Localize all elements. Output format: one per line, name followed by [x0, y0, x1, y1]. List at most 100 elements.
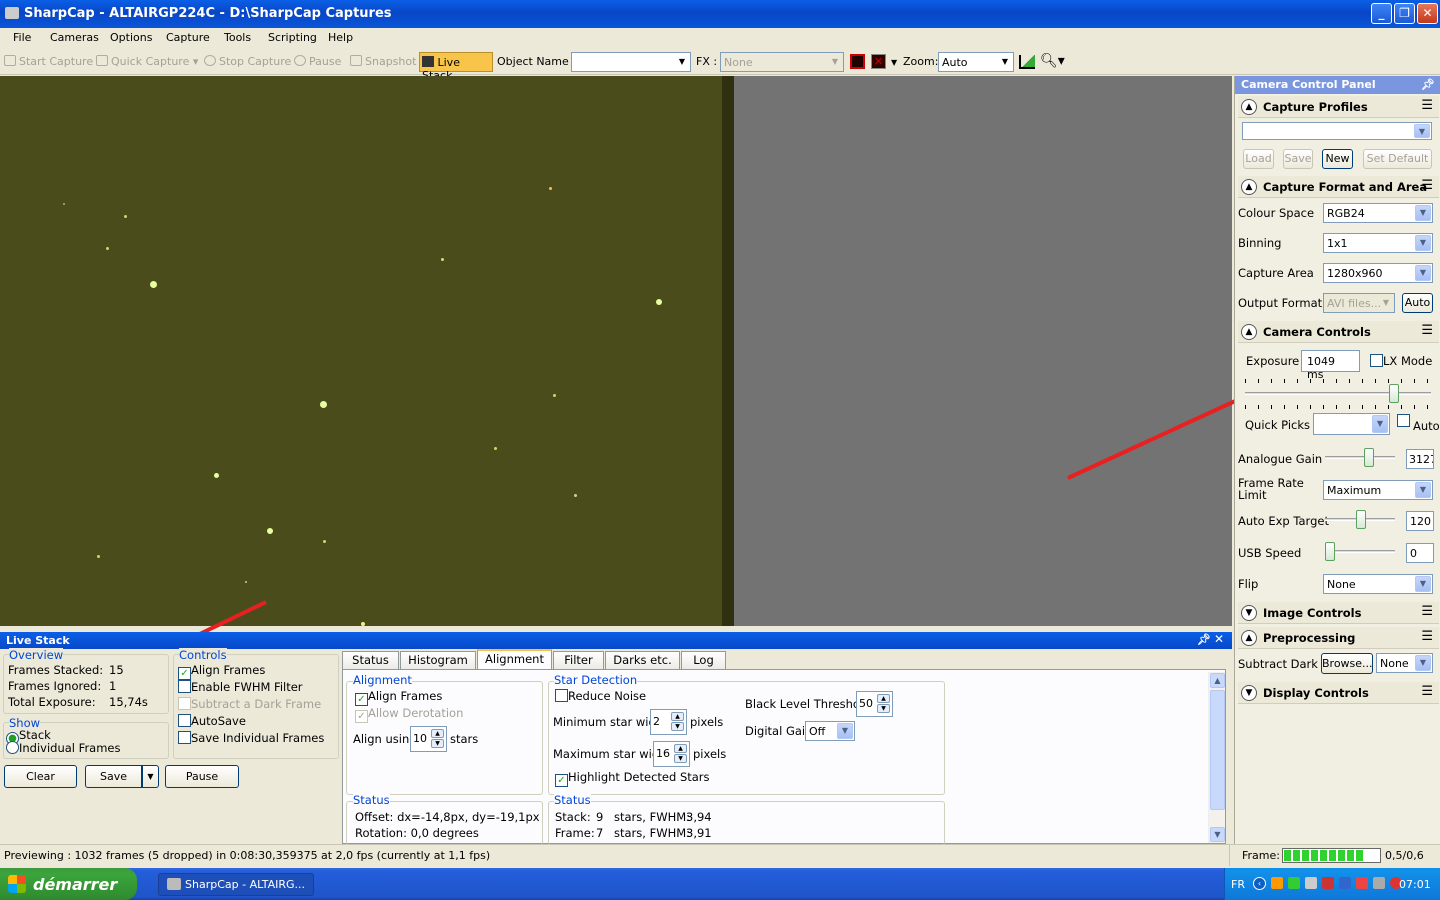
- menu-icon[interactable]: ☰: [1421, 630, 1433, 643]
- flip-select[interactable]: None ▼: [1323, 574, 1433, 594]
- exposure-slider[interactable]: [1245, 383, 1431, 405]
- language-indicator[interactable]: FR: [1231, 878, 1245, 891]
- save-individual-checkbox[interactable]: Save Individual Frames: [178, 731, 324, 745]
- tray-expand-icon[interactable]: ‹: [1253, 877, 1266, 890]
- slider-thumb[interactable]: [1325, 542, 1335, 561]
- tab-status[interactable]: Status: [342, 651, 399, 669]
- collapse-icon[interactable]: ▲: [1241, 99, 1257, 115]
- lx-mode-checkbox[interactable]: LX Mode: [1370, 354, 1432, 368]
- section-display-controls[interactable]: ▼ Display Controls ☰: [1238, 682, 1439, 704]
- pin-icon[interactable]: 📌︎: [1421, 78, 1435, 91]
- save-button[interactable]: Save: [85, 765, 142, 788]
- tab-filter[interactable]: Filter: [553, 651, 604, 669]
- expand-icon[interactable]: ▼: [1241, 685, 1257, 701]
- pin-icon[interactable]: 📌︎: [1197, 633, 1211, 646]
- menu-icon[interactable]: ☰: [1421, 99, 1433, 112]
- usb-speed-slider[interactable]: [1325, 541, 1395, 563]
- scroll-down-icon[interactable]: ▼: [1210, 827, 1225, 842]
- browse-dark-button[interactable]: Browse...: [1321, 653, 1373, 674]
- alert-icon[interactable]: [1356, 877, 1368, 889]
- arrow-up-icon[interactable]: ▲: [431, 729, 444, 738]
- frame-rate-select[interactable]: Maximum ▼: [1323, 480, 1433, 500]
- section-image-controls[interactable]: ▼ Image Controls ☰: [1238, 602, 1439, 624]
- auto-exp-input[interactable]: 120: [1406, 511, 1434, 531]
- tab-log[interactable]: Log: [681, 651, 726, 669]
- close-icon[interactable]: ✕: [1214, 632, 1224, 646]
- usb-speed-input[interactable]: 0: [1406, 543, 1434, 563]
- taskbar-sharpcap-button[interactable]: SharpCap - ALTAIRG...: [158, 873, 314, 896]
- profile-select[interactable]: ▼: [1242, 122, 1432, 140]
- show-individual-radio[interactable]: Individual Frames: [6, 741, 120, 755]
- min-star-width-spinner[interactable]: 2 ▲ ▼: [650, 709, 687, 735]
- arrow-down-icon[interactable]: ▼: [674, 754, 687, 763]
- scroll-thumb[interactable]: [1210, 690, 1225, 810]
- set-default-button[interactable]: Set Default: [1363, 149, 1432, 169]
- signal-icon[interactable]: [1305, 877, 1317, 889]
- frame-rate-label: Frame Rate Limit: [1238, 476, 1304, 502]
- black-level-spinner[interactable]: 50 ▲ ▼: [856, 691, 893, 717]
- section-capture-profiles[interactable]: ▲ Capture Profiles ☰: [1238, 96, 1439, 118]
- menu-icon[interactable]: ☰: [1421, 605, 1433, 618]
- digital-gain-select[interactable]: Off ▼: [805, 721, 855, 741]
- tab-histogram[interactable]: Histogram: [400, 651, 476, 669]
- reduce-noise-checkbox[interactable]: Reduce Noise: [555, 689, 646, 703]
- save-profile-button[interactable]: Save: [1283, 149, 1313, 169]
- analogue-gain-input[interactable]: 3127: [1406, 449, 1434, 469]
- align-frames-checkbox-2[interactable]: ✓ Align Frames: [355, 689, 442, 706]
- pause-stack-button[interactable]: Pause: [165, 765, 239, 788]
- capture-area-select[interactable]: 1280x960 ▼: [1323, 263, 1433, 283]
- tab-alignment[interactable]: Alignment: [477, 649, 552, 669]
- derotation-checkbox[interactable]: ✓ Allow Derotation: [355, 706, 463, 723]
- exposure-auto-checkbox[interactable]: [1397, 414, 1410, 428]
- collapse-icon[interactable]: ▲: [1241, 324, 1257, 340]
- menu-icon[interactable]: ☰: [1421, 324, 1433, 337]
- quick-picks-select[interactable]: ▼: [1313, 413, 1390, 435]
- start-button[interactable]: démarrer: [0, 868, 137, 900]
- subtract-dark-checkbox[interactable]: Subtract a Dark Frame: [178, 697, 321, 711]
- slider-thumb[interactable]: [1356, 510, 1366, 529]
- arrow-up-icon[interactable]: ▲: [671, 712, 684, 721]
- highlight-stars-checkbox[interactable]: ✓ Highlight Detected Stars: [555, 770, 710, 787]
- align-stars-spinner[interactable]: 10 ▲ ▼: [410, 726, 447, 752]
- output-auto-button[interactable]: Auto: [1402, 293, 1433, 313]
- arrow-up-icon[interactable]: ▲: [877, 694, 890, 703]
- volume-icon[interactable]: [1373, 877, 1385, 889]
- collapse-icon[interactable]: ▲: [1241, 630, 1257, 646]
- section-capture-format[interactable]: ▲ Capture Format and Area ☰: [1238, 176, 1439, 198]
- display-icon[interactable]: [1339, 877, 1351, 889]
- scroll-up-icon[interactable]: ▲: [1210, 673, 1225, 688]
- expand-icon[interactable]: ▼: [1241, 605, 1257, 621]
- new-profile-button[interactable]: New: [1322, 149, 1353, 169]
- load-profile-button[interactable]: Load: [1243, 149, 1274, 169]
- auto-exp-slider[interactable]: [1325, 509, 1395, 531]
- clear-button[interactable]: Clear: [4, 765, 77, 788]
- frame-stars-count: 7: [596, 826, 604, 840]
- autosave-checkbox[interactable]: AutoSave: [178, 714, 246, 728]
- collapse-icon[interactable]: ▲: [1241, 179, 1257, 195]
- save-dropdown-button[interactable]: ▼: [142, 765, 159, 788]
- fwhm-filter-checkbox[interactable]: Enable FWHM Filter: [178, 680, 303, 694]
- output-format-select[interactable]: AVI files... ▼: [1323, 293, 1395, 313]
- arrow-down-icon[interactable]: ▼: [671, 722, 684, 731]
- slider-thumb[interactable]: [1389, 384, 1399, 403]
- section-camera-controls[interactable]: ▲ Camera Controls ☰: [1238, 321, 1439, 343]
- menu-icon[interactable]: ☰: [1421, 179, 1433, 192]
- exposure-input[interactable]: 1049 ms: [1301, 350, 1360, 381]
- arrow-up-icon[interactable]: ▲: [674, 744, 687, 753]
- slider-thumb[interactable]: [1364, 448, 1374, 467]
- dark-select[interactable]: None ▼: [1376, 653, 1433, 673]
- tray-app-icon[interactable]: [1271, 877, 1283, 889]
- align-frames-checkbox[interactable]: ✓ Align Frames: [178, 663, 265, 680]
- security-icon[interactable]: [1322, 877, 1334, 889]
- analogue-gain-slider[interactable]: [1325, 447, 1395, 469]
- arrow-down-icon[interactable]: ▼: [431, 739, 444, 748]
- tab-scrollbar[interactable]: ▲ ▼: [1208, 672, 1225, 843]
- colour-space-select[interactable]: RGB24 ▼: [1323, 203, 1433, 223]
- section-preprocessing[interactable]: ▲ Preprocessing ☰: [1238, 627, 1439, 649]
- network-icon[interactable]: [1288, 877, 1300, 889]
- menu-icon[interactable]: ☰: [1421, 685, 1433, 698]
- tab-darks[interactable]: Darks etc.: [605, 651, 680, 669]
- max-star-width-spinner[interactable]: 16 ▲ ▼: [653, 741, 690, 767]
- binning-select[interactable]: 1x1 ▼: [1323, 233, 1433, 253]
- arrow-down-icon[interactable]: ▼: [877, 704, 890, 713]
